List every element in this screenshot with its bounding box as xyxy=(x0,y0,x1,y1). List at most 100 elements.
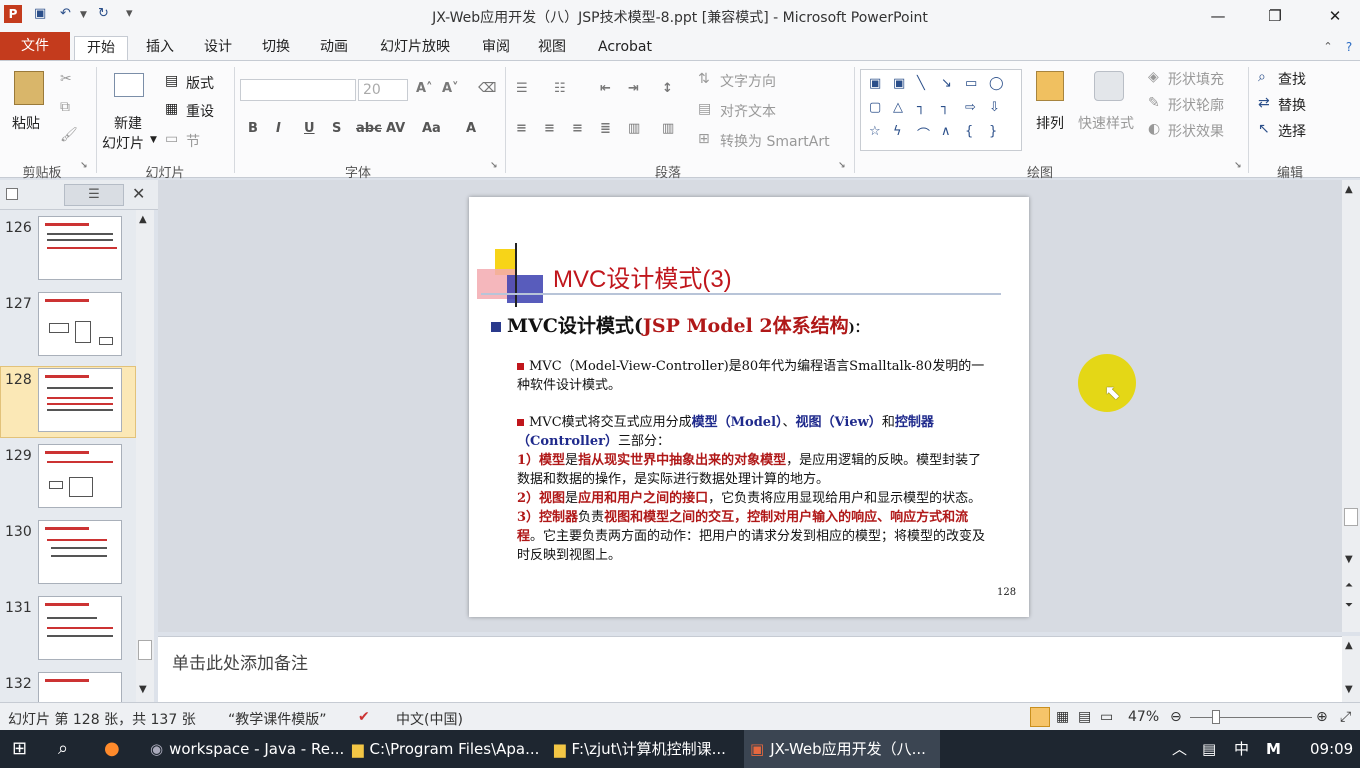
elbow-connector-icon[interactable]: ┐ xyxy=(917,100,925,115)
taskbar-item-explorer-2[interactable]: ▆ F:\zjut\计算机控制课... xyxy=(548,730,738,768)
search-icon[interactable]: ⌕ xyxy=(58,730,68,768)
firefox-icon[interactable]: ● xyxy=(104,730,120,768)
shape-fill-button[interactable]: 形状填充 xyxy=(1168,69,1224,89)
smartart-button[interactable]: 转换为 SmartArt xyxy=(720,131,830,151)
tab-file[interactable]: 文件 xyxy=(0,32,70,60)
align-left-icon[interactable]: ≡ xyxy=(516,121,527,136)
shape-effects-button[interactable]: 形状效果 xyxy=(1168,121,1224,141)
zoom-slider-thumb[interactable] xyxy=(1212,710,1220,724)
align-text-button[interactable]: 对齐文本 xyxy=(720,101,776,121)
slide-heading[interactable]: MVC设计模式(JSP Model 2体系结构)： xyxy=(491,311,868,338)
textbox-shape-icon[interactable]: ▣ xyxy=(869,76,881,91)
paste-icon[interactable] xyxy=(14,71,44,105)
ime-mode-indicator[interactable]: M xyxy=(1266,730,1281,768)
columns-icon[interactable]: ▥ xyxy=(662,121,674,136)
increase-font-icon[interactable]: A˄ xyxy=(416,81,433,96)
slide-thumbnail[interactable] xyxy=(38,292,122,356)
char-spacing-icon[interactable]: AV xyxy=(386,121,405,136)
numbering-icon[interactable]: ☷ xyxy=(554,81,566,96)
editor-scrollbar[interactable]: ▲ ▼ ⏶ ⏷ xyxy=(1342,180,1360,632)
text-direction-button[interactable]: 文字方向 xyxy=(720,71,776,91)
lightning-shape-icon[interactable]: ϟ xyxy=(893,124,902,139)
replace-button[interactable]: 替换 xyxy=(1278,95,1306,115)
tab-transitions[interactable]: 切换 xyxy=(254,36,298,60)
slide-thumbnail[interactable] xyxy=(38,368,122,432)
close-button[interactable]: ✕ xyxy=(1320,4,1350,28)
minimize-button[interactable]: — xyxy=(1203,4,1233,28)
tab-slideshow[interactable]: 幻灯片放映 xyxy=(370,36,460,60)
zoom-slider[interactable] xyxy=(1190,717,1312,718)
scroll-up-icon[interactable]: ▲ xyxy=(139,214,147,225)
language[interactable]: 中文(中国) xyxy=(396,709,463,729)
maximize-button[interactable]: ❐ xyxy=(1260,4,1290,28)
tab-view[interactable]: 视图 xyxy=(530,36,574,60)
bullets-icon[interactable]: ☰ xyxy=(516,81,528,96)
shapes-gallery[interactable]: ▣ ▣ ╲ ↘ ▭ ◯ ▢ △ ┐ ┐ ⇨ ⇩ ☆ ϟ ⌒ ∧ { } xyxy=(860,69,1022,151)
change-case-icon[interactable]: Aa xyxy=(422,121,441,136)
slideshow-icon[interactable]: ▭ xyxy=(1100,709,1113,725)
bold-icon[interactable]: B xyxy=(248,121,258,136)
right-brace-shape-icon[interactable]: } xyxy=(989,124,997,139)
font-name-field[interactable] xyxy=(240,79,356,101)
scroll-down-icon[interactable]: ▼ xyxy=(1345,684,1353,695)
help-icon[interactable]: ? xyxy=(1340,36,1358,60)
star-shape-icon[interactable]: ☆ xyxy=(869,124,881,139)
tab-home[interactable]: 开始 xyxy=(74,36,128,60)
slide-thumbnail[interactable] xyxy=(38,444,122,508)
scroll-up-icon[interactable]: ▲ xyxy=(1345,640,1353,651)
slide-canvas[interactable]: MVC设计模式(3) MVC设计模式(JSP Model 2体系结构)： MVC… xyxy=(469,197,1029,617)
section-button[interactable]: 节 xyxy=(186,131,200,151)
slide-thumbnail[interactable] xyxy=(38,520,122,584)
notes-pane[interactable]: 单击此处添加备注 xyxy=(158,636,1342,702)
distribute-icon[interactable]: ▥ xyxy=(628,121,640,136)
font-launcher-icon[interactable]: ↘ xyxy=(490,161,498,171)
paragraph-mvc-origin[interactable]: MVC（Model-View-Controller)是80年代为编程语言Smal… xyxy=(517,357,989,395)
triangle-shape-icon[interactable]: △ xyxy=(893,100,903,115)
slide-sorter-icon[interactable]: ▦ xyxy=(1056,709,1069,725)
taskbar-item-explorer-1[interactable]: ▆ C:\Program Files\Apa... xyxy=(346,730,542,768)
ime-indicator[interactable]: 中 xyxy=(1234,730,1249,768)
quick-styles-icon[interactable] xyxy=(1094,71,1124,101)
arrange-icon[interactable] xyxy=(1036,71,1064,101)
slide-thumbnail[interactable] xyxy=(38,596,122,660)
justify-icon[interactable]: ≣ xyxy=(600,121,611,136)
clear-format-icon[interactable]: ⌫ xyxy=(478,81,496,96)
new-slide-label[interactable]: 幻灯片 xyxy=(102,133,144,153)
line-spacing-icon[interactable]: ↕ xyxy=(662,81,673,96)
zoom-in-icon[interactable]: ⊕ xyxy=(1316,709,1328,725)
left-brace-shape-icon[interactable]: { xyxy=(965,124,973,139)
notes-scrollbar[interactable]: ▲ ▼ xyxy=(1342,636,1360,702)
clock[interactable]: 09:09 xyxy=(1310,730,1353,768)
zoom-out-icon[interactable]: ⊖ xyxy=(1170,709,1182,725)
paste-button[interactable]: 粘贴 xyxy=(12,113,40,133)
notes-placeholder[interactable]: 单击此处添加备注 xyxy=(172,649,308,674)
font-color-icon[interactable]: A xyxy=(466,121,476,136)
font-size-field[interactable]: 20 xyxy=(358,79,408,101)
scroll-down-icon[interactable]: ▼ xyxy=(139,684,147,695)
layout-button[interactable]: 版式 xyxy=(186,73,214,93)
previous-slide-icon[interactable]: ⏶ xyxy=(1345,580,1353,591)
clipboard-launcher-icon[interactable]: ↘ xyxy=(80,161,88,171)
tab-insert[interactable]: 插入 xyxy=(138,36,182,60)
slides-pane-scrollbar[interactable]: ▲ ▼ xyxy=(136,210,154,702)
collapse-ribbon-icon[interactable]: ⌃ xyxy=(1318,36,1338,60)
rectangle-shape-icon[interactable]: ▭ xyxy=(965,76,977,91)
oval-shape-icon[interactable]: ◯ xyxy=(989,76,1004,91)
scroll-thumb[interactable] xyxy=(1344,508,1358,526)
outline-tab-icon[interactable]: ☰ xyxy=(64,184,124,206)
paragraph-mvc-parts[interactable]: MVC模式将交互式应用分成模型（Model）、视图（View）和控制器（Cont… xyxy=(517,413,989,565)
increase-indent-icon[interactable]: ⇥ xyxy=(628,81,639,96)
arc-shape-icon[interactable]: ⌒ xyxy=(917,124,930,143)
tray-expand-icon[interactable]: ︿ xyxy=(1172,730,1187,768)
shape-outline-button[interactable]: 形状轮廓 xyxy=(1168,95,1224,115)
tab-acrobat[interactable]: Acrobat xyxy=(590,36,660,60)
copy-icon[interactable]: ⧉ xyxy=(60,99,70,115)
line-shape-icon[interactable]: ╲ xyxy=(917,76,925,91)
rounded-rect-shape-icon[interactable]: ▢ xyxy=(869,100,881,115)
scroll-thumb[interactable] xyxy=(138,640,152,660)
zoom-level[interactable]: 47% xyxy=(1128,709,1159,725)
slides-tab-icon[interactable] xyxy=(6,188,18,200)
slide-thumbnail[interactable] xyxy=(38,216,122,280)
strikethrough-icon[interactable]: abc xyxy=(356,121,382,136)
arrange-button[interactable]: 排列 xyxy=(1036,113,1064,133)
